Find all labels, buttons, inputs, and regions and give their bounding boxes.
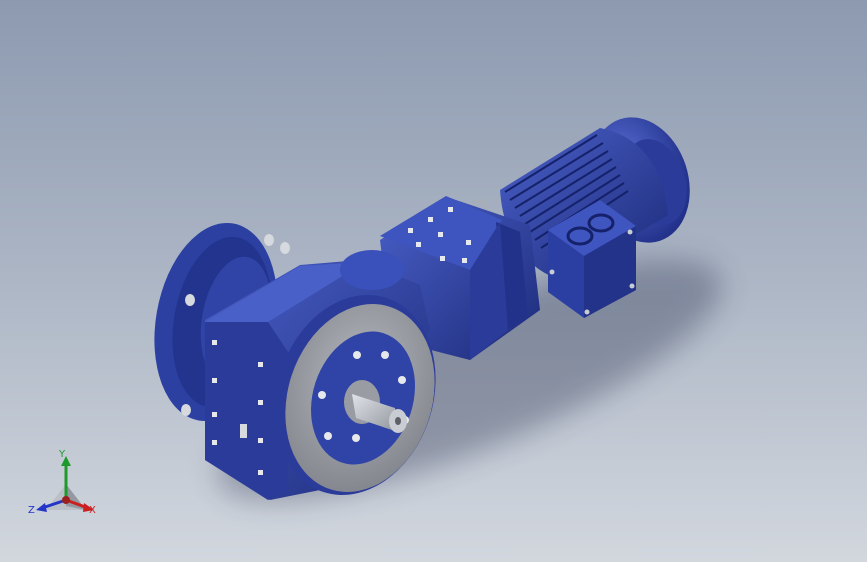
z-axis-label: Z	[28, 505, 35, 516]
coordinate-triad: Y X Z	[26, 448, 106, 524]
shaft-center-hole	[395, 417, 401, 425]
y-axis-label: Y	[59, 449, 66, 460]
3d-viewport[interactable]: Y X Z	[0, 0, 867, 562]
input-boss	[340, 250, 404, 290]
gearmotor-model[interactable]	[0, 0, 867, 562]
x-axis-label: X	[89, 505, 96, 516]
nameplate-slot	[240, 424, 247, 438]
z-axis-arrow-icon	[36, 503, 47, 512]
